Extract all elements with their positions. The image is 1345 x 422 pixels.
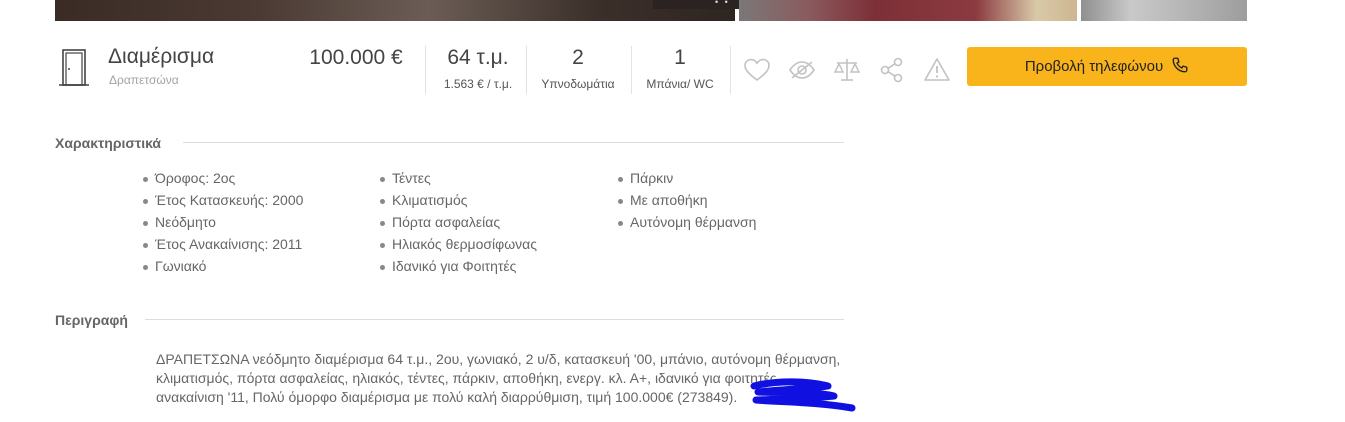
divider <box>526 46 527 94</box>
area-stat: 64 τ.μ. 1.563 € / τ.μ. <box>433 46 523 91</box>
price-stat: 100.000 € <box>303 46 409 70</box>
price-per-sqm: 1.563 € / τ.μ. <box>443 77 513 91</box>
door-icon <box>55 45 91 87</box>
features-heading: Χαρακτηριστικά <box>55 135 162 151</box>
hide-icon[interactable] <box>788 56 816 84</box>
list-item: Έτος Ανακαίνισης: 2011 <box>143 236 303 258</box>
list-item: Κλιματισμός <box>380 192 537 214</box>
area-value: 64 τ.μ. <box>447 46 509 69</box>
divider <box>631 46 632 94</box>
report-warning-icon[interactable] <box>923 56 951 84</box>
bedrooms-label: Υπνοδωμάτια <box>541 77 615 91</box>
compare-scale-icon[interactable] <box>833 56 861 84</box>
property-type-title: Διαμέρισμα <box>108 45 215 68</box>
features-column-3: Πάρκιν Με αποθήκη Αυτόνομη θέρμανση <box>618 170 756 236</box>
list-item: Αυτόνομη θέρμανση <box>618 214 756 236</box>
heart-icon[interactable] <box>743 56 771 84</box>
description-line: ΔΡΑΠΕΤΣΩΝΑ νεόδμητο διαμέρισμα 64 τ.μ., … <box>156 351 841 367</box>
price-value: 100.000 € <box>309 46 403 69</box>
divider <box>425 46 426 94</box>
list-item: Πόρτα ασφαλείας <box>380 214 537 236</box>
baths-stat: 1 Μπάνια/ WC <box>637 46 723 91</box>
gallery-photo-3[interactable] <box>1081 0 1247 21</box>
list-item: Νεόδμητο <box>143 214 303 236</box>
show-phone-button[interactable]: Προβολή τηλεφώνου <box>967 47 1247 86</box>
property-location: Δραπετσώνα <box>109 73 179 87</box>
gallery-photo-2[interactable] <box>739 0 1077 21</box>
features-column-2: Τέντες Κλιματισμός Πόρτα ασφαλείας Ηλιακ… <box>380 170 537 280</box>
divider <box>145 319 844 320</box>
phone-icon <box>1171 56 1189 78</box>
list-item: Όροφος: 2ος <box>143 170 303 192</box>
bedrooms-stat: 2 Υπνοδωμάτια <box>534 46 622 91</box>
list-item: Έτος Κατασκευής: 2000 <box>143 192 303 214</box>
list-item: Με αποθήκη <box>618 192 756 214</box>
list-item: Ηλιακός θερμοσίφωνας <box>380 236 537 258</box>
divider <box>730 46 731 94</box>
redaction-scribble <box>750 378 856 412</box>
baths-label: Μπάνια/ WC <box>646 77 714 91</box>
listing-summary-bar: Διαμέρισμα Δραπετσώνα 100.000 € 64 τ.μ. … <box>55 42 1247 94</box>
bedrooms-value: 2 <box>572 46 584 69</box>
list-item: Ιδανικό για Φοιτητές <box>380 258 537 280</box>
show-phone-label: Προβολή τηλεφώνου <box>1024 58 1164 75</box>
divider <box>183 142 844 143</box>
features-column-1: Όροφος: 2ος Έτος Κατασκευής: 2000 Νεόδμη… <box>143 170 303 280</box>
list-item: Τέντες <box>380 170 537 192</box>
list-item: Πάρκιν <box>618 170 756 192</box>
photo-gallery-strip: • • <box>0 0 1345 21</box>
description-heading: Περιγραφή <box>55 312 128 328</box>
baths-value: 1 <box>674 46 686 69</box>
gallery-photo-1[interactable]: • • <box>55 0 771 21</box>
share-icon[interactable] <box>878 56 906 84</box>
list-item: Γωνιακό <box>143 258 303 280</box>
